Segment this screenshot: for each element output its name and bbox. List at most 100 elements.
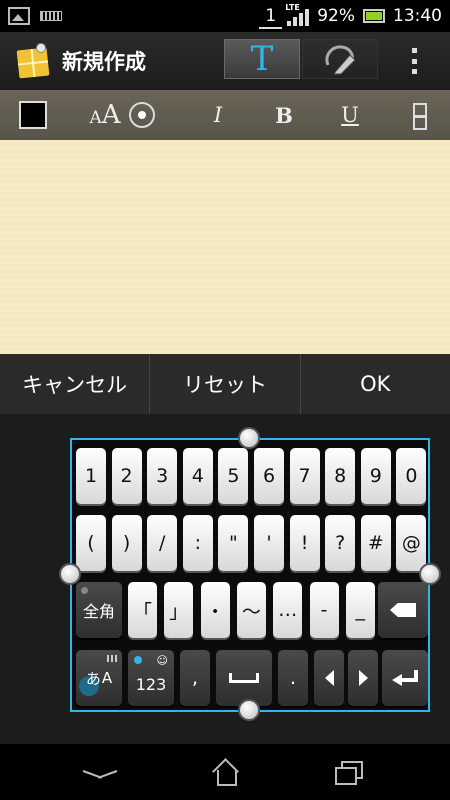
cancel-button[interactable]: キャンセル (0, 354, 151, 414)
checklist-button[interactable] (400, 90, 440, 140)
key-label: 6 (262, 465, 276, 487)
indicator-dot-icon (81, 587, 88, 594)
handwriting-mode-button[interactable] (302, 39, 378, 79)
network-type: LTE (285, 3, 300, 12)
key[interactable]: ( (76, 515, 106, 571)
key[interactable]: 8 (325, 448, 356, 504)
input-mode-toggle: T (224, 39, 379, 81)
image-icon (8, 7, 30, 25)
key[interactable]: / (147, 515, 178, 571)
checklist-icon (413, 102, 427, 130)
key[interactable]: 5 (218, 448, 249, 504)
overflow-menu-icon[interactable] (406, 44, 422, 78)
key-label: ・ (205, 600, 225, 623)
key-label: 8 (334, 465, 347, 487)
key[interactable]: : (182, 515, 213, 571)
kana-mode-key[interactable]: あ A (76, 650, 122, 706)
key-label: ) (122, 532, 131, 554)
action-bar: 新規作成 T (0, 32, 450, 90)
kana-mode-label-b: A (101, 669, 113, 687)
key[interactable]: " (218, 515, 249, 571)
key[interactable]: 7 (289, 448, 320, 504)
key[interactable]: _ (345, 582, 375, 638)
key-label: 0 (405, 465, 418, 487)
italic-button[interactable]: I (196, 90, 240, 140)
text-mode-icon: T (250, 39, 274, 79)
numeric-mode-key[interactable]: ☺ 123 (128, 650, 174, 706)
font-size-small-glyph: A (89, 108, 102, 128)
period-label: . (289, 667, 297, 689)
key[interactable]: 」 (164, 582, 194, 638)
handwriting-pen-icon (325, 45, 356, 75)
key[interactable]: ' (254, 515, 284, 571)
key[interactable]: ) (111, 515, 142, 571)
key-label: - (320, 599, 328, 621)
key-label: … (278, 599, 298, 621)
arrow-right-icon (358, 670, 368, 686)
key-label: / (158, 532, 166, 554)
bold-button[interactable]: B (262, 90, 306, 140)
enter-key[interactable] (382, 650, 428, 706)
sticky-note-app-icon[interactable] (16, 43, 52, 79)
emoji-icon: ☺ (156, 654, 168, 667)
back-button[interactable] (70, 752, 130, 792)
key[interactable]: 3 (147, 448, 178, 504)
text-mode-button[interactable]: T (224, 39, 300, 79)
text-color-button[interactable] (10, 90, 56, 140)
key[interactable]: ! (289, 515, 320, 571)
space-icon (229, 673, 259, 683)
bold-icon: B (275, 102, 293, 128)
key-label: 」 (169, 600, 189, 623)
resize-handle-bottom[interactable] (238, 699, 260, 721)
font-size-large-glyph: A (101, 100, 121, 130)
key[interactable]: # (360, 515, 391, 571)
status-bar: 1 LTE 92% 13:40 (0, 0, 450, 32)
keyboard-grid-icon (107, 655, 117, 662)
key[interactable]: 「 (128, 582, 157, 638)
pen-size-button[interactable] (122, 90, 162, 140)
key[interactable]: - (309, 582, 339, 638)
navigation-bar (0, 744, 450, 800)
fullwidth-label: 全角 (82, 602, 115, 621)
space-key[interactable] (216, 650, 272, 706)
back-icon (83, 766, 117, 778)
ok-button[interactable]: OK (301, 354, 450, 414)
key[interactable]: 9 (360, 448, 391, 504)
key[interactable]: 2 (111, 448, 142, 504)
key[interactable]: 0 (396, 448, 427, 504)
cursor-right-key[interactable] (348, 650, 378, 706)
home-button[interactable] (195, 752, 255, 792)
key[interactable]: ? (325, 515, 356, 571)
cursor-left-key[interactable] (314, 650, 344, 706)
resize-handle-top[interactable] (238, 427, 260, 449)
key[interactable]: 4 (182, 448, 213, 504)
key[interactable]: ・ (200, 582, 230, 638)
arrow-left-icon (324, 670, 334, 686)
enter-icon (392, 670, 418, 686)
underline-button[interactable]: U (328, 90, 372, 140)
resize-handle-left[interactable] (59, 563, 81, 585)
italic-icon: I (213, 103, 223, 127)
period-key[interactable]: . (278, 650, 308, 706)
font-size-icon: AA (89, 100, 120, 130)
key-label: 3 (156, 465, 169, 487)
signal-icon: LTE (285, 3, 310, 26)
backspace-key[interactable] (378, 582, 428, 638)
key-label: 「 (132, 600, 152, 623)
key[interactable]: 6 (254, 448, 284, 504)
note-text-area[interactable] (0, 140, 450, 354)
sim-slot-indicator: 1 (259, 6, 283, 29)
key-label: _ (355, 599, 366, 621)
resize-handle-right[interactable] (419, 563, 441, 585)
key-label: 4 (191, 465, 204, 487)
key[interactable]: 1 (76, 448, 106, 504)
key[interactable]: 〜 (236, 582, 266, 638)
battery-percent: 92% (317, 6, 355, 26)
key[interactable]: … (273, 582, 303, 638)
reset-button[interactable]: リセット (150, 354, 301, 414)
key[interactable]: @ (396, 515, 427, 571)
recent-apps-button[interactable] (318, 752, 378, 792)
comma-key[interactable]: , (180, 650, 210, 706)
fullwidth-toggle-key[interactable]: 全角 (76, 582, 122, 638)
battery-icon (363, 9, 385, 23)
